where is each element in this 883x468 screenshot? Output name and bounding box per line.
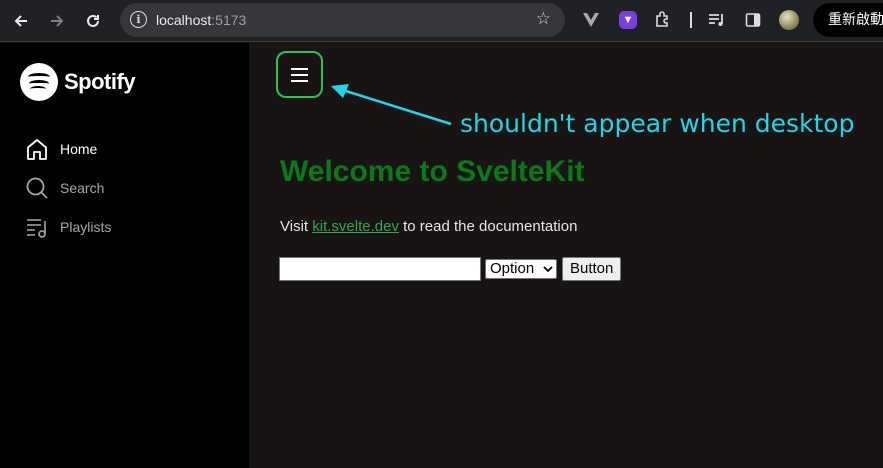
search-icon [24, 175, 50, 201]
sidebar-item-label: Search [60, 179, 105, 196]
intro-paragraph: Visit kit.svelte.dev to read the documen… [280, 218, 577, 235]
option-select[interactable]: Option [485, 259, 557, 279]
menu-icon-line [291, 79, 308, 82]
extensions-puzzle-icon[interactable] [652, 9, 674, 31]
main-content: shouldn't appear when desktop Welcome to… [249, 43, 883, 468]
text-input[interactable] [279, 257, 481, 281]
annotation-text: shouldn't appear when desktop [460, 109, 855, 138]
annotation-arrow-icon [331, 84, 452, 126]
info-icon[interactable]: i [130, 11, 147, 28]
address-bar[interactable]: i localhost:5173 ☆ [120, 3, 565, 37]
spotify-logo[interactable]: Spotify [20, 63, 136, 101]
media-control-icon[interactable] [706, 9, 728, 31]
sidebar-nav: Home Search Playlists [24, 129, 111, 246]
forward-icon[interactable] [44, 8, 70, 34]
playlists-icon [24, 214, 50, 240]
side-panel-icon[interactable] [742, 9, 764, 31]
chevron-down-icon [543, 260, 553, 284]
brand-name: Spotify [64, 69, 136, 94]
hamburger-menu-button[interactable] [276, 51, 323, 98]
spotify-icon [20, 63, 58, 101]
sidebar-item-label: Playlists [60, 218, 112, 235]
profile-avatar[interactable] [779, 10, 799, 30]
sidebar: Spotify Home Search Playlists [0, 43, 249, 468]
visit-prefix: Visit [280, 218, 313, 235]
toolbar-divider [690, 12, 692, 28]
select-value: Option [490, 260, 535, 277]
docs-link[interactable]: kit.svelte.dev [312, 218, 399, 235]
sidebar-item-label: Home [60, 140, 98, 157]
vue-devtools-icon[interactable] [580, 9, 602, 31]
sidebar-item-search[interactable]: Search [24, 168, 111, 207]
bookmark-star-icon[interactable]: ☆ [536, 9, 551, 29]
restart-button[interactable]: 重新啟動 [813, 3, 883, 37]
sidebar-item-playlists[interactable]: Playlists [24, 207, 111, 246]
reload-icon[interactable] [80, 8, 106, 34]
sidebar-item-home[interactable]: Home [24, 129, 111, 168]
menu-icon-line [291, 67, 308, 70]
extension-purple-icon[interactable]: ▼ [619, 11, 637, 29]
visit-suffix: to read the documentation [398, 218, 578, 235]
demo-button[interactable]: Button [562, 257, 622, 281]
back-icon[interactable] [8, 8, 34, 34]
menu-icon-line [291, 73, 308, 76]
home-icon [24, 136, 50, 162]
page-title: Welcome to SvelteKit [280, 155, 585, 188]
url-text: localhost:5173 [156, 12, 247, 28]
demo-form: Option Button [279, 257, 622, 281]
browser-toolbar: i localhost:5173 ☆ ▼ 重新啟動 [0, 0, 883, 42]
